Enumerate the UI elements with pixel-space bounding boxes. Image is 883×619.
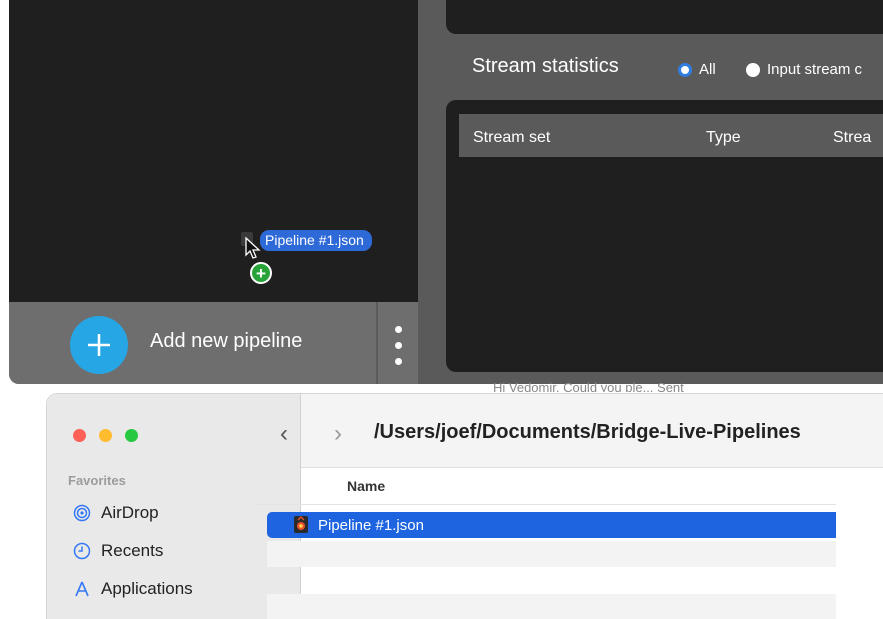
back-chevron-icon[interactable]: ‹ bbox=[280, 420, 288, 448]
sidebar-heading-favorites: Favorites bbox=[68, 473, 126, 488]
stream-statistics-title: Stream statistics bbox=[472, 55, 619, 77]
airdrop-icon bbox=[73, 504, 91, 522]
dragged-file-label: Pipeline #1.json bbox=[260, 230, 372, 251]
plus-icon bbox=[88, 334, 110, 356]
column-header-divider bbox=[254, 504, 836, 505]
more-options-icon[interactable] bbox=[392, 326, 404, 366]
file-name: Pipeline #1.json bbox=[318, 517, 424, 534]
cursor-arrow-icon bbox=[245, 237, 261, 259]
pipeline-app-window: Add new pipeline Stream set Type Strea bbox=[9, 0, 883, 384]
pipelines-panel[interactable] bbox=[9, 0, 418, 302]
empty-row bbox=[267, 541, 836, 567]
add-pipeline-label[interactable]: Add new pipeline bbox=[150, 330, 302, 353]
radio-unselected-icon bbox=[746, 62, 760, 77]
stats-top-panel bbox=[446, 0, 883, 34]
finder-path-title: /Users/joef/Documents/Bridge-Live-Pipeli… bbox=[374, 421, 801, 443]
sidebar-item-label: Applications bbox=[101, 579, 193, 598]
copy-plus-icon: + bbox=[250, 262, 272, 284]
empty-row bbox=[267, 594, 836, 619]
stream-statistics-table: Stream set Type Strea bbox=[446, 100, 883, 372]
sidebar-item-recents[interactable]: Recents bbox=[73, 540, 163, 562]
bottom-bar-divider bbox=[376, 302, 378, 384]
radio-all[interactable]: All bbox=[678, 61, 716, 78]
column-name[interactable]: Name bbox=[347, 478, 385, 494]
column-type[interactable]: Type bbox=[706, 129, 741, 147]
sidebar-item-label: AirDrop bbox=[101, 503, 159, 522]
radio-input-stream[interactable]: Input stream c bbox=[746, 61, 862, 78]
zoom-window-icon[interactable] bbox=[125, 429, 138, 442]
minimize-window-icon[interactable] bbox=[99, 429, 112, 442]
column-stream-set[interactable]: Stream set bbox=[473, 129, 550, 147]
file-icon bbox=[294, 516, 308, 533]
radio-input-label: Input stream c bbox=[767, 61, 863, 78]
add-pipeline-button[interactable] bbox=[70, 316, 128, 374]
background-message-preview: Hi Vedomir, Could you ple... Sent bbox=[493, 380, 684, 392]
clock-icon bbox=[73, 542, 91, 560]
applications-icon bbox=[73, 580, 91, 598]
forward-chevron-icon[interactable]: › bbox=[334, 420, 342, 448]
sidebar-item-airdrop[interactable]: AirDrop bbox=[73, 502, 159, 524]
stats-table-header: Stream set Type Strea bbox=[459, 114, 883, 157]
radio-selected-icon bbox=[678, 62, 692, 77]
radio-all-label: All bbox=[699, 61, 716, 78]
finder-sidebar: Favorites AirDrop Recents Applications bbox=[47, 394, 301, 619]
sidebar-item-label: Recents bbox=[101, 541, 164, 560]
sidebar-item-applications[interactable]: Applications bbox=[73, 578, 193, 600]
column-stream[interactable]: Strea bbox=[833, 129, 871, 147]
close-window-icon[interactable] bbox=[73, 429, 86, 442]
